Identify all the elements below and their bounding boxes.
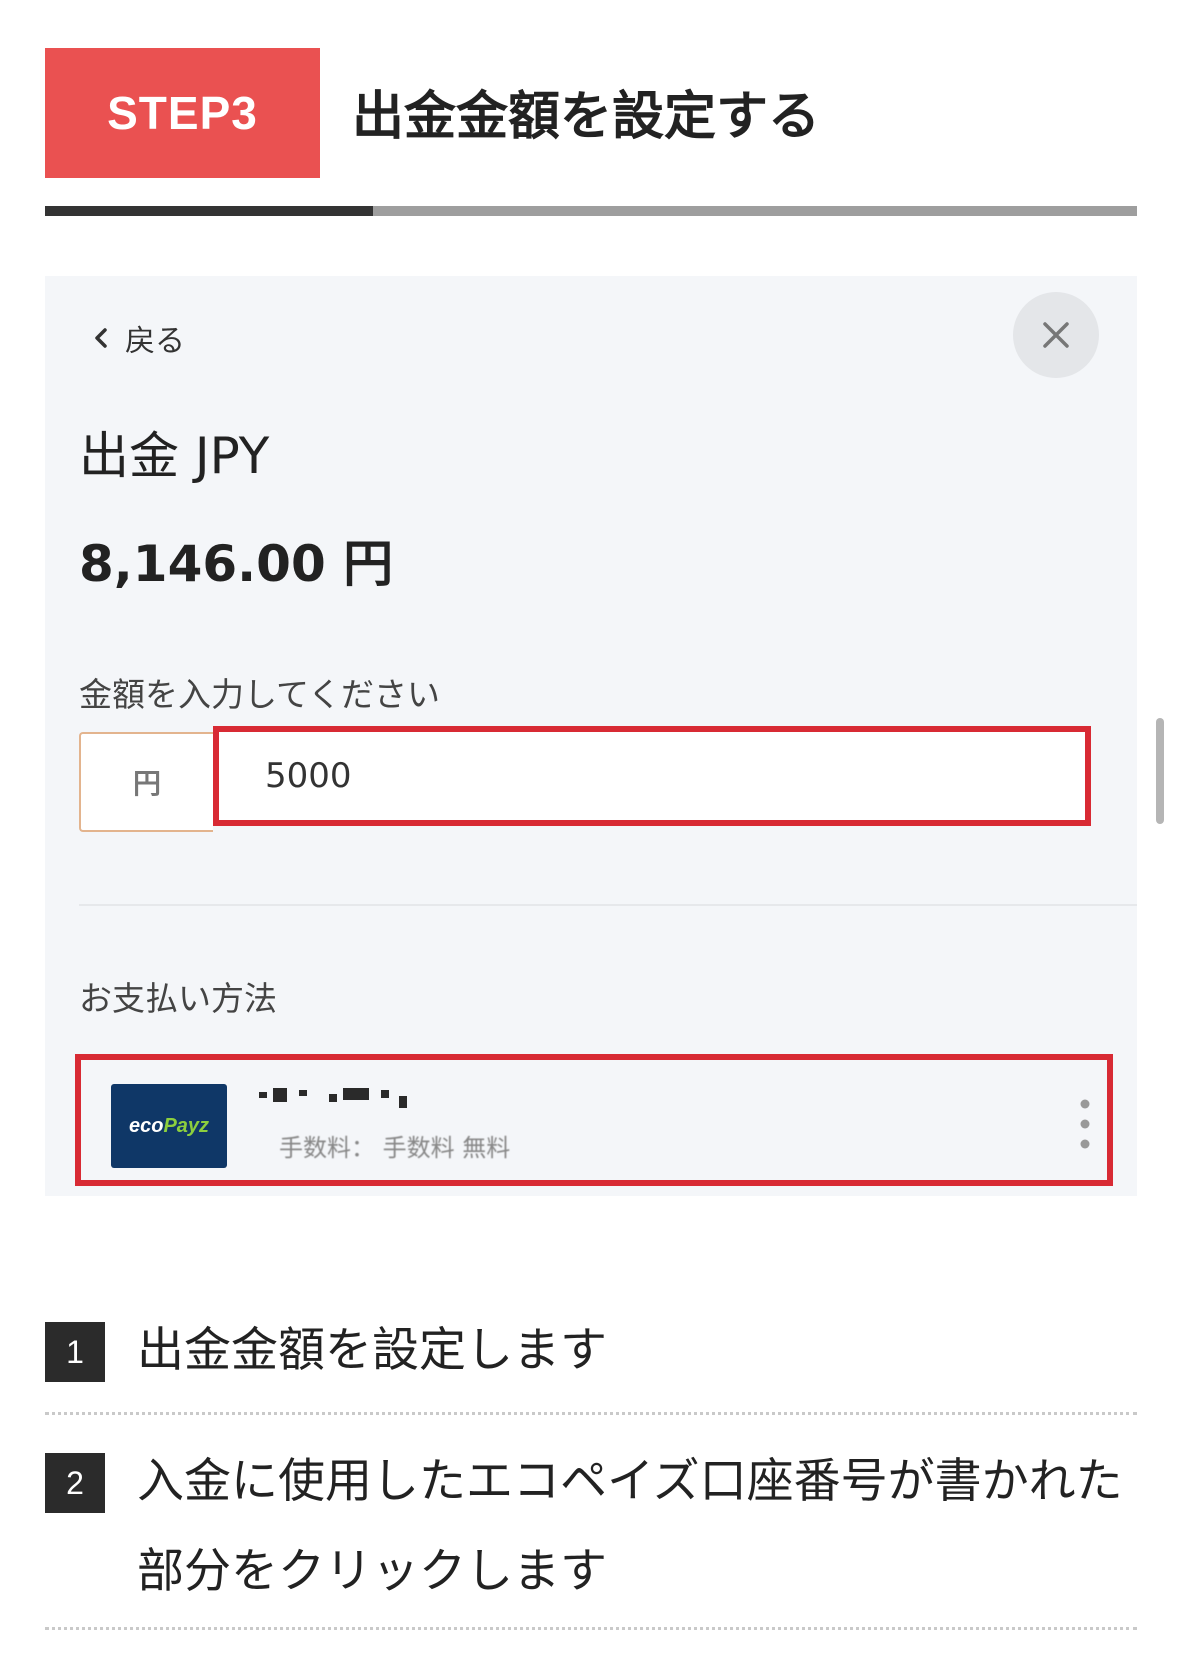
back-label: 戻る — [125, 324, 185, 359]
instruction-item: 2 入金に使用したエコペイズ口座番号が書かれた部分をクリックします — [45, 1437, 1137, 1630]
instruction-number: 2 — [45, 1453, 105, 1513]
currency-prefix: 円 — [79, 732, 213, 832]
amount-label: 金額を入力してください — [79, 675, 441, 714]
payment-method-ecopayz[interactable]: eco Payz 手数料： 手数料 無料 — [75, 1054, 1113, 1186]
step-badge: STEP3 — [45, 48, 320, 178]
instruction-text: 出金金額を設定します — [137, 1323, 607, 1378]
step-progress-fill — [45, 206, 373, 216]
instruction-list: 1 出金金額を設定します 2 入金に使用したエコペイズ口座番号が書かれた部分をク… — [45, 1296, 1137, 1630]
close-button[interactable] — [1013, 292, 1099, 378]
divider — [79, 904, 1137, 906]
masked-account-number — [259, 1084, 419, 1110]
payment-method-label: お支払い方法 — [79, 979, 277, 1018]
back-button[interactable]: 戻る — [93, 316, 185, 360]
step-title: 出金金額を設定する — [352, 87, 821, 147]
fee-text: 手数料： 手数料 無料 — [279, 1134, 511, 1162]
close-icon — [1043, 322, 1069, 348]
step-progress-bar — [45, 206, 1137, 216]
scrollbar[interactable] — [1156, 718, 1164, 824]
balance-amount: 8,146.00 円 — [79, 535, 394, 593]
amount-input[interactable] — [213, 726, 1091, 826]
instruction-text: 入金に使用したエコペイズ口座番号が書かれた部分をクリックします — [137, 1454, 1123, 1599]
instruction-number: 1 — [45, 1322, 105, 1382]
withdraw-title: 出金 JPY — [79, 427, 270, 485]
more-vertical-icon[interactable] — [1075, 1096, 1095, 1156]
instruction-item: 1 出金金額を設定します — [45, 1296, 1137, 1415]
withdraw-panel: 戻る 出金 JPY 8,146.00 円 金額を入力してください 円 お支払い方… — [45, 276, 1137, 1196]
chevron-left-icon — [95, 328, 107, 348]
ecopayz-logo: eco Payz — [111, 1084, 227, 1168]
amount-field-group: 円 — [79, 726, 1137, 836]
